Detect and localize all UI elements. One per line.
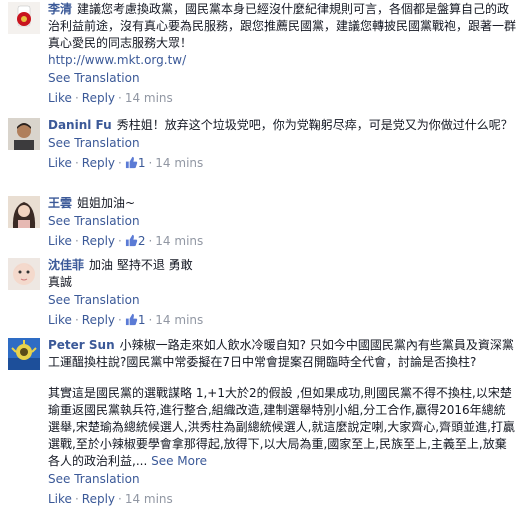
see-translation-link[interactable]: See Translation <box>48 291 516 309</box>
comment-timestamp[interactable]: 14 mins <box>155 156 203 170</box>
avatar[interactable] <box>8 118 40 150</box>
comment-actions: Like · Reply · 14 mins <box>48 492 173 506</box>
comment-body: 秀柱姐！放弃这个垃圾党吧，你为党鞠躬尽瘁，可是党又为你做过什么呢？ <box>116 118 513 132</box>
comment-body: 建議您考慮換政黨，國民黨本身已經沒什麼紀律規則可言，各個都是盤算自己的政治利益前… <box>48 2 517 50</box>
avatar[interactable] <box>8 338 40 370</box>
comment-text: 李清 建議您考慮換政黨，國民黨本身已經沒什麼紀律規則可言，各個都是盤算自己的政治利… <box>48 0 516 52</box>
avatar[interactable] <box>8 196 40 228</box>
thumbs-up-icon <box>125 156 138 169</box>
see-translation-link[interactable]: See Translation <box>48 212 516 230</box>
avatar[interactable] <box>8 258 40 290</box>
reply-link[interactable]: Reply <box>82 234 115 248</box>
like-link[interactable]: Like <box>48 91 72 105</box>
comment-actions: Like · Reply · 1 · 14 mins <box>48 313 204 327</box>
comment-author[interactable]: 李清 <box>48 2 72 16</box>
see-translation-link[interactable]: See Translation <box>48 69 516 87</box>
comment-author[interactable]: Daninl Fu <box>48 118 112 132</box>
comment-link[interactable]: http://www.mkt.org.tw/ <box>48 53 186 67</box>
comment-body-continued: 其實這是國民黨的選戰謀略 1,+1大於2的假設 ,但如果成功,則國民黨不得不換柱… <box>48 386 515 468</box>
comment-timestamp[interactable]: 14 mins <box>125 91 173 105</box>
see-translation-link[interactable]: See Translation <box>48 134 516 152</box>
comment-text: Peter Sun 小辣椒一路走來如人飲水冷暖自知? 只如今中國國民黨內有些黨員及… <box>48 336 516 371</box>
reply-link[interactable]: Reply <box>82 156 115 170</box>
comment-author[interactable]: 沈佳菲 <box>48 258 84 272</box>
comment-author[interactable]: Peter Sun <box>48 338 115 352</box>
thumbs-up-icon <box>125 234 138 247</box>
comment-text: Daninl Fu 秀柱姐！放弃这个垃圾党吧，你为党鞠躬尽瘁，可是党又为你做过什么… <box>48 116 516 134</box>
comment-timestamp[interactable]: 14 mins <box>155 234 203 248</box>
comment-text: 王雲 姐姐加油~ <box>48 194 516 212</box>
reply-link[interactable]: Reply <box>82 492 115 506</box>
comment-author[interactable]: 王雲 <box>48 196 72 210</box>
like-count[interactable]: 2 <box>138 234 146 248</box>
comment-actions: Like · Reply · 1 · 14 mins <box>48 156 204 170</box>
comment-timestamp[interactable]: 14 mins <box>155 313 203 327</box>
reply-link[interactable]: Reply <box>82 313 115 327</box>
like-link[interactable]: Like <box>48 313 72 327</box>
avatar[interactable] <box>8 2 40 34</box>
comment-actions: Like · Reply · 2 · 14 mins <box>48 234 204 248</box>
like-link[interactable]: Like <box>48 492 72 506</box>
reply-link[interactable]: Reply <box>82 91 115 105</box>
comment-body: 姐姐加油~ <box>77 196 136 210</box>
comment-actions: Like · Reply · 14 mins <box>48 91 173 105</box>
comment-body: 小辣椒一路走來如人飲水冷暖自知? 只如今中國國民黨內有些黨員及資深黨工運醞換柱說… <box>48 338 514 369</box>
like-count[interactable]: 1 <box>138 156 146 170</box>
like-link[interactable]: Like <box>48 156 72 170</box>
see-translation-link[interactable]: See Translation <box>48 470 516 488</box>
comment-timestamp[interactable]: 14 mins <box>125 492 173 506</box>
thumbs-up-icon <box>125 313 138 326</box>
see-more-link[interactable]: See More <box>151 454 207 468</box>
like-link[interactable]: Like <box>48 234 72 248</box>
comment-text: 沈佳菲 加油 堅持不退 勇敢真誠 <box>48 256 198 291</box>
like-count[interactable]: 1 <box>138 313 146 327</box>
